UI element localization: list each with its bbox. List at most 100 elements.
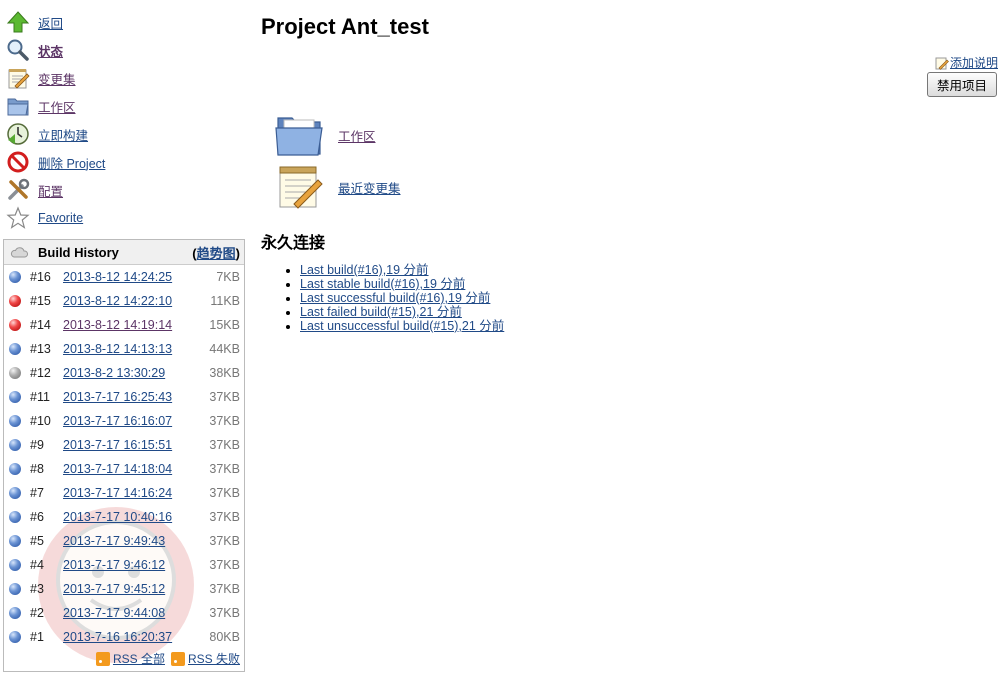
- task-build-now[interactable]: 立即构建: [6, 120, 246, 148]
- task-back-link[interactable]: 返回: [38, 13, 63, 32]
- permalink-item: Last unsuccessful build(#15),21 分前: [300, 319, 504, 333]
- build-row: #8 2013-7-17 14:18:04 37KB: [4, 457, 244, 481]
- build-status-ball-icon[interactable]: [9, 607, 21, 619]
- build-number: #8: [30, 462, 44, 476]
- build-status-ball-icon[interactable]: [9, 271, 21, 283]
- build-number: #16: [30, 270, 51, 284]
- permalink-last-build[interactable]: Last build(#16),19 分前: [300, 263, 429, 277]
- rss-icon: [170, 651, 185, 666]
- add-description[interactable]: 添加说明: [935, 54, 998, 71]
- build-status-ball-icon[interactable]: [9, 319, 21, 331]
- build-date-link[interactable]: 2013-8-12 14:13:13: [63, 342, 213, 356]
- task-status-link[interactable]: 状态: [38, 41, 63, 60]
- permalink-last-failed[interactable]: Last failed build(#15),21 分前: [300, 305, 462, 319]
- permalink-last-successful[interactable]: Last successful build(#16),19 分前: [300, 291, 490, 305]
- build-row: #12 2013-8-2 13:30:29 38KB: [4, 361, 244, 385]
- build-log-size: 37KB: [209, 558, 240, 572]
- task-favorite-link[interactable]: Favorite: [38, 211, 83, 225]
- trend-link[interactable]: 趋势图: [197, 246, 236, 261]
- build-number: #9: [30, 438, 44, 452]
- build-status-ball-icon[interactable]: [9, 295, 21, 307]
- task-configure[interactable]: 配置: [6, 176, 246, 204]
- build-log-size: 37KB: [209, 510, 240, 524]
- recent-changes-link[interactable]: 最近变更集: [338, 178, 401, 197]
- build-date-link[interactable]: 2013-7-17 10:40:16: [63, 510, 213, 524]
- build-row: #15 2013-8-12 14:22:10 11KB: [4, 289, 244, 313]
- task-back[interactable]: 返回: [6, 8, 246, 36]
- build-status-ball-icon[interactable]: [9, 463, 21, 475]
- permalink-last-unsuccessful[interactable]: Last unsuccessful build(#15),21 分前: [300, 319, 504, 333]
- rss-all-link[interactable]: RSS 全部: [113, 650, 165, 667]
- disable-project-button[interactable]: 禁用项目: [927, 72, 997, 97]
- build-date-link[interactable]: 2013-7-17 9:49:43: [63, 534, 213, 548]
- tools-icon: [8, 178, 30, 200]
- build-date-link[interactable]: 2013-7-17 14:18:04: [63, 462, 213, 476]
- build-log-size: 44KB: [209, 342, 240, 356]
- build-status-ball-icon[interactable]: [9, 415, 21, 427]
- build-status-ball-icon[interactable]: [9, 631, 21, 643]
- build-log-size: 80KB: [209, 630, 240, 644]
- page-title: Project Ant_test: [261, 14, 429, 39]
- build-number: #3: [30, 582, 44, 596]
- build-date-link[interactable]: 2013-8-12 14:19:14: [63, 318, 213, 332]
- task-status[interactable]: 状态: [6, 36, 246, 64]
- build-row: #2 2013-7-17 9:44:08 37KB: [4, 601, 244, 625]
- build-status-ball-icon[interactable]: [9, 535, 21, 547]
- permalink-last-stable[interactable]: Last stable build(#16),19 分前: [300, 277, 465, 291]
- task-delete-project[interactable]: 删除 Project: [6, 148, 246, 176]
- build-status-ball-icon[interactable]: [9, 487, 21, 499]
- build-date-link[interactable]: 2013-7-17 9:44:08: [63, 606, 213, 620]
- trend-link-wrapper: (趋势图): [192, 243, 240, 262]
- workspace-link[interactable]: 工作区: [338, 126, 376, 145]
- build-date-link[interactable]: 2013-7-17 9:46:12: [63, 558, 213, 572]
- no-entry-icon: [7, 151, 29, 173]
- recent-changes-task[interactable]: 最近变更集: [274, 164, 401, 210]
- build-row: #14 2013-8-12 14:19:14 15KB: [4, 313, 244, 337]
- rss-failed-link[interactable]: RSS 失败: [188, 650, 240, 667]
- build-number: #4: [30, 558, 44, 572]
- build-date-link[interactable]: 2013-7-17 16:25:43: [63, 390, 213, 404]
- weather-cloud-icon: [10, 247, 28, 258]
- task-build-now-link[interactable]: 立即构建: [38, 125, 88, 144]
- task-workspace[interactable]: 工作区: [6, 92, 246, 120]
- build-log-size: 37KB: [209, 534, 240, 548]
- side-panel-tasks: 返回 状态 变更集 工作区 立即构建 删除 Project 配置 Favorit…: [6, 8, 246, 232]
- workspace-task[interactable]: 工作区: [274, 112, 376, 158]
- build-row: #3 2013-7-17 9:45:12 37KB: [4, 577, 244, 601]
- build-status-ball-icon[interactable]: [9, 343, 21, 355]
- build-date-link[interactable]: 2013-7-17 16:15:51: [63, 438, 213, 452]
- build-date-link[interactable]: 2013-7-17 9:45:12: [63, 582, 213, 596]
- build-log-size: 37KB: [209, 438, 240, 452]
- build-row: #6 2013-7-17 10:40:16 37KB: [4, 505, 244, 529]
- trend-close-paren: ): [235, 245, 240, 261]
- build-date-link[interactable]: 2013-7-17 16:16:07: [63, 414, 213, 428]
- permalink-item: Last failed build(#15),21 分前: [300, 305, 504, 319]
- add-description-link[interactable]: 添加说明: [950, 54, 998, 71]
- task-changes[interactable]: 变更集: [6, 64, 246, 92]
- build-status-ball-icon[interactable]: [9, 367, 21, 379]
- build-status-ball-icon[interactable]: [9, 559, 21, 571]
- folder-icon: [7, 98, 29, 116]
- build-date-link[interactable]: 2013-8-12 14:22:10: [63, 294, 213, 308]
- task-workspace-link[interactable]: 工作区: [38, 97, 76, 116]
- build-number: #10: [30, 414, 51, 428]
- build-status-ball-icon[interactable]: [9, 583, 21, 595]
- build-date-link[interactable]: 2013-7-16 16:20:37: [63, 630, 213, 644]
- build-status-ball-icon[interactable]: [9, 391, 21, 403]
- build-log-size: 7KB: [216, 270, 240, 284]
- build-date-link[interactable]: 2013-8-2 13:30:29: [63, 366, 213, 380]
- build-status-ball-icon[interactable]: [9, 511, 21, 523]
- build-log-size: 37KB: [209, 390, 240, 404]
- build-row: #11 2013-7-17 16:25:43 37KB: [4, 385, 244, 409]
- build-status-ball-icon[interactable]: [9, 439, 21, 451]
- build-log-size: 15KB: [209, 318, 240, 332]
- task-favorite[interactable]: Favorite: [6, 204, 246, 232]
- task-configure-link[interactable]: 配置: [38, 181, 63, 200]
- notepad-icon: [8, 69, 30, 89]
- notepad-icon: [279, 166, 323, 209]
- task-delete-project-link[interactable]: 删除 Project: [38, 153, 105, 172]
- task-changes-link[interactable]: 变更集: [38, 69, 76, 88]
- build-date-link[interactable]: 2013-7-17 14:16:24: [63, 486, 213, 500]
- build-date-link[interactable]: 2013-8-12 14:24:25: [63, 270, 213, 284]
- build-number: #2: [30, 606, 44, 620]
